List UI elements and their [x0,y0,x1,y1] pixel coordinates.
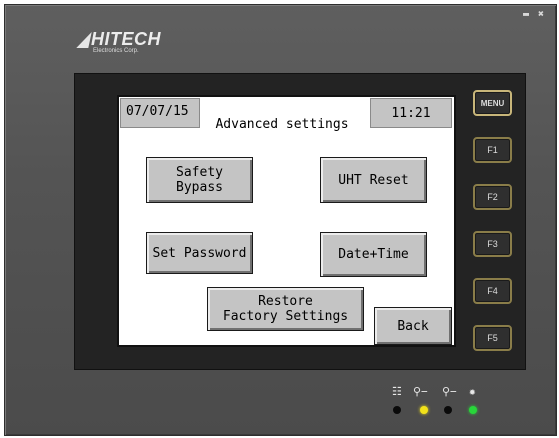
light-icon: ✹ [469,385,476,398]
date-time-button[interactable]: Date+Time [320,232,427,277]
status-led-key-2 [444,406,452,414]
f2-key[interactable]: F2 [473,184,512,210]
menu-key[interactable]: MENU [473,90,512,116]
back-button[interactable]: Back [374,307,452,345]
brand-name: HITECH [91,29,161,49]
touch-screen: 07/07/15 Advanced settings 11:21 Safety … [117,95,456,347]
time-display: 11:21 [370,98,452,128]
date-display: 07/07/15 [120,98,200,128]
f4-key[interactable]: F4 [473,278,512,304]
restore-factory-settings-button[interactable]: Restore Factory Settings [207,287,364,331]
close-icon[interactable]: ✖ [538,10,544,20]
status-led-network [393,406,401,414]
safety-bypass-button[interactable]: Safety Bypass [146,157,253,203]
status-led-key-1 [420,406,428,414]
page-title: Advanced settings [215,116,349,132]
f1-key[interactable]: F1 [473,137,512,163]
network-icon: ☷ [392,385,402,398]
brand-logo: HITECH Electronics Corp. [76,29,161,55]
f3-key[interactable]: F3 [473,231,512,257]
key-icon: ⚲− [442,385,457,398]
brand-subtitle: Electronics Corp. [93,48,139,54]
key-icon: ⚲− [413,385,428,398]
set-password-button[interactable]: Set Password [146,232,253,274]
minimize-icon[interactable]: ▬ [523,10,529,20]
status-led-light [469,406,477,414]
f5-key[interactable]: F5 [473,325,512,351]
logo-mark-icon [76,32,92,48]
uht-reset-button[interactable]: UHT Reset [320,157,427,203]
